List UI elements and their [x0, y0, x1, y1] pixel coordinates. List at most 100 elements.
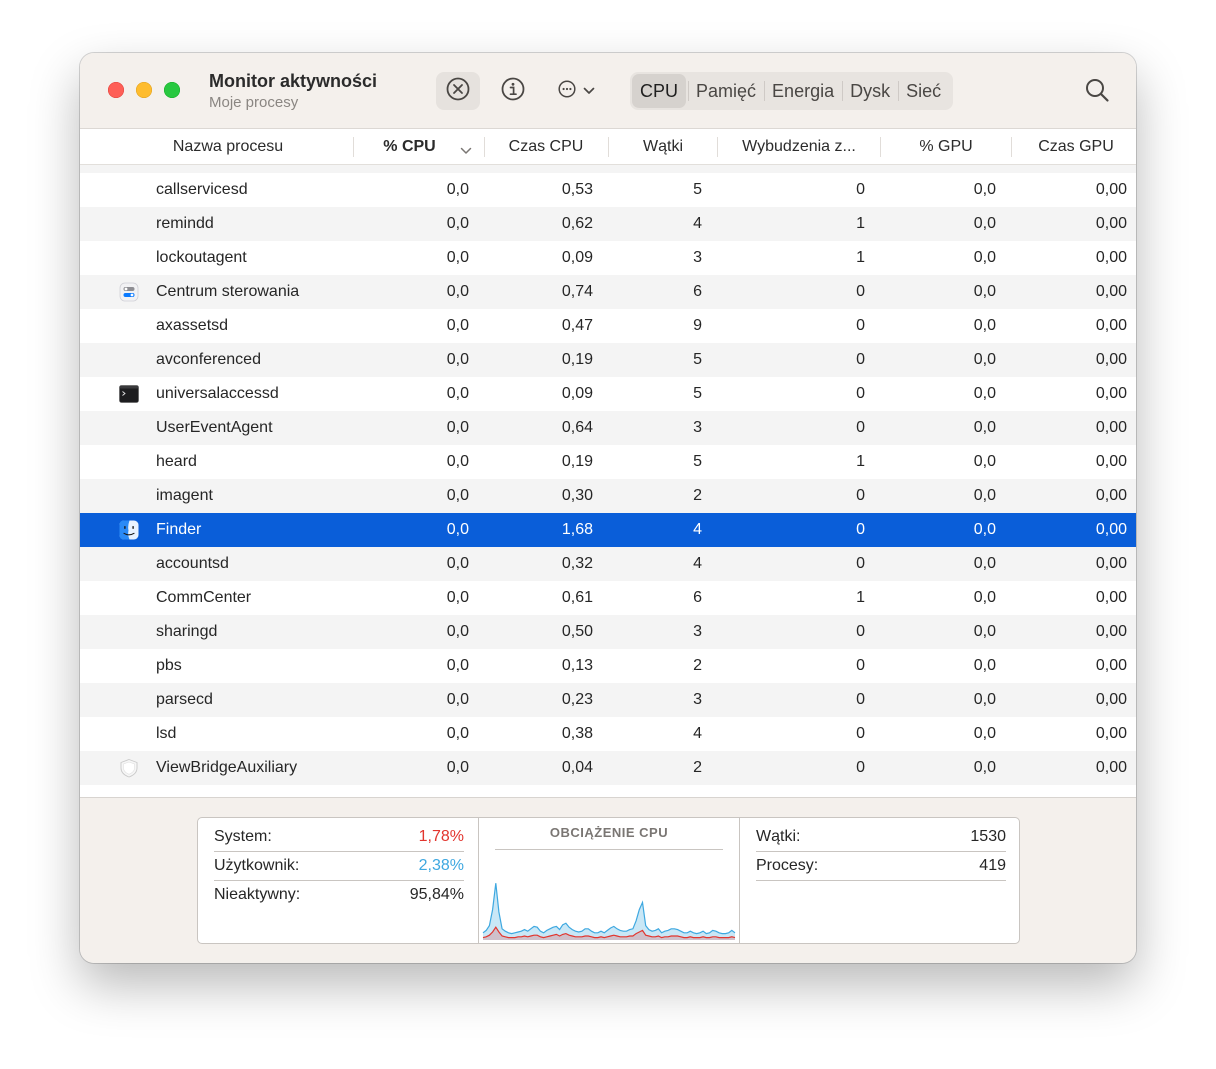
cpu-summary-box: System: 1,78% Użytkownik: 2,38% Nieaktyw… — [197, 817, 1020, 944]
table-row[interactable]: parsecd 0,0 0,23 3 0 0,0 0,00 — [80, 683, 1136, 717]
table-row-partial — [80, 165, 1136, 173]
table-row[interactable]: callservicesd 0,0 0,53 5 0 0,0 0,00 — [80, 173, 1136, 207]
table-row[interactable]: CommCenter 0,0 0,61 6 1 0,0 0,00 — [80, 581, 1136, 615]
gpu-percent-cell: 0,0 — [973, 487, 996, 504]
cpu-percent-cell: 0,0 — [446, 215, 469, 232]
cpu-time-cell: 0,04 — [561, 759, 593, 776]
idle-value: 95,84% — [409, 886, 464, 903]
tab-memory[interactable]: Pamięć — [688, 72, 764, 110]
chevron-down-icon — [583, 82, 595, 100]
processes-value: 419 — [979, 857, 1006, 874]
table-row[interactable]: lsd 0,0 0,38 4 0 0,0 0,00 — [80, 717, 1136, 751]
threads-cell: 6 — [693, 589, 702, 606]
window-title: Monitor aktywności — [209, 71, 378, 91]
gpu-time-cell: 0,00 — [1095, 283, 1127, 300]
table-row[interactable]: imagent 0,0 0,30 2 0 0,0 0,00 — [80, 479, 1136, 513]
ellipsis-circle-icon — [557, 79, 577, 104]
cpu-percent-cell: 0,0 — [446, 283, 469, 300]
table-row[interactable]: UserEventAgent 0,0 0,64 3 0 0,0 0,00 — [80, 411, 1136, 445]
table-row[interactable]: axassetsd 0,0 0,47 9 0 0,0 0,00 — [80, 309, 1136, 343]
more-actions-button[interactable] — [550, 72, 602, 110]
process-name-cell: callservicesd — [156, 181, 248, 198]
column-separator[interactable] — [353, 137, 354, 157]
tab-disk[interactable]: Dysk — [842, 72, 898, 110]
table-row-selected[interactable]: Finder 0,0 1,68 4 0 0,0 0,00 — [80, 513, 1136, 547]
column-header-gpu-time[interactable]: Czas GPU — [1012, 129, 1136, 165]
threads-cell: 5 — [693, 385, 702, 402]
gpu-percent-cell: 0,0 — [973, 317, 996, 334]
x-circle-icon — [445, 76, 471, 107]
process-counts: Wątki: 1530 Procesy: 419 — [740, 818, 1020, 943]
table-row[interactable]: pbs 0,0 0,13 2 0 0,0 0,00 — [80, 649, 1136, 683]
cpu-percent-cell: 0,0 — [446, 555, 469, 572]
gpu-time-cell: 0,00 — [1095, 453, 1127, 470]
processes-label: Procesy: — [756, 857, 819, 874]
cpu-percent-cell: 0,0 — [446, 317, 469, 334]
gpu-time-cell: 0,00 — [1095, 725, 1127, 742]
tab-network[interactable]: Sieć — [898, 72, 949, 110]
graph-title: OBCIĄŻENIE CPU — [549, 825, 669, 840]
cpu-time-cell: 0,64 — [561, 419, 593, 436]
cpu-time-cell: 0,74 — [561, 283, 593, 300]
wakeups-cell: 0 — [856, 385, 865, 402]
control-center-icon — [119, 282, 139, 302]
minimize-window-button[interactable] — [136, 82, 152, 98]
threads-cell: 5 — [693, 181, 702, 198]
cpu-percent-cell: 0,0 — [446, 623, 469, 640]
process-table[interactable]: callservicesd 0,0 0,53 5 0 0,0 0,00 remindd 0,0 0… — [80, 165, 1136, 797]
cpu-time-cell: 0,32 — [561, 555, 593, 572]
info-icon — [500, 76, 526, 107]
window-subtitle[interactable]: Moje procesy — [209, 94, 298, 111]
cpu-time-cell: 0,19 — [561, 351, 593, 368]
column-header-cpu-time[interactable]: Czas CPU — [485, 129, 607, 165]
cpu-time-cell: 0,13 — [561, 657, 593, 674]
wakeups-cell: 0 — [856, 317, 865, 334]
column-header-threads[interactable]: Wątki — [609, 129, 717, 165]
table-row[interactable]: sharingd 0,0 0,50 3 0 0,0 0,00 — [80, 615, 1136, 649]
wakeups-cell: 0 — [856, 725, 865, 742]
cpu-load-graph — [482, 883, 736, 940]
table-row[interactable]: heard 0,0 0,19 5 1 0,0 0,00 — [80, 445, 1136, 479]
gpu-percent-cell: 0,0 — [973, 351, 996, 368]
user-stat: Użytkownik: 2,38% — [214, 852, 464, 881]
table-row[interactable]: remindd 0,0 0,62 4 1 0,0 0,00 — [80, 207, 1136, 241]
info-button[interactable] — [494, 72, 532, 110]
table-row[interactable]: avconferenced 0,0 0,19 5 0 0,0 0,00 — [80, 343, 1136, 377]
cpu-time-cell: 0,53 — [561, 181, 593, 198]
column-header-cpu-percent[interactable]: % CPU — [376, 129, 443, 165]
table-row[interactable]: universalaccessd 0,0 0,09 5 0 0,0 0,00 — [80, 377, 1136, 411]
column-header-wakeups[interactable]: Wybudzenia z... — [718, 129, 880, 165]
table-row[interactable]: lockoutagent 0,0 0,09 3 1 0,0 0,00 — [80, 241, 1136, 275]
tab-cpu[interactable]: CPU — [632, 74, 687, 108]
column-header-process-name[interactable]: Nazwa procesu — [80, 129, 376, 165]
table-row[interactable]: ViewBridgeAuxiliary 0,0 0,04 2 0 0,0 0,00 — [80, 751, 1136, 785]
threads-cell: 3 — [693, 249, 702, 266]
finder-icon — [119, 520, 139, 540]
process-name-cell: universalaccessd — [156, 385, 279, 402]
threads-stat: Wątki: 1530 — [756, 823, 1006, 852]
threads-cell: 5 — [693, 453, 702, 470]
stop-process-button[interactable] — [436, 72, 480, 110]
column-header-gpu-percent[interactable]: % GPU — [881, 129, 1011, 165]
sort-chevron-down-icon[interactable] — [460, 142, 472, 160]
table-row[interactable]: Centrum sterowania 0,0 0,74 6 0 0,0 0,00 — [80, 275, 1136, 309]
system-stat: System: 1,78% — [214, 823, 464, 852]
cpu-time-cell: 0,62 — [561, 215, 593, 232]
search-button[interactable] — [1080, 75, 1114, 109]
wakeups-cell: 1 — [856, 215, 865, 232]
table-row[interactable]: accountsd 0,0 0,32 4 0 0,0 0,00 — [80, 547, 1136, 581]
threads-cell: 3 — [693, 623, 702, 640]
threads-cell: 4 — [693, 555, 702, 572]
processes-stat: Procesy: 419 — [756, 852, 1006, 881]
close-window-button[interactable] — [108, 82, 124, 98]
gpu-time-cell: 0,00 — [1095, 691, 1127, 708]
cpu-time-cell: 0,38 — [561, 725, 593, 742]
gpu-percent-cell: 0,0 — [973, 385, 996, 402]
cpu-percent-cell: 0,0 — [446, 351, 469, 368]
zoom-window-button[interactable] — [164, 82, 180, 98]
gpu-time-cell: 0,00 — [1095, 555, 1127, 572]
gpu-percent-cell: 0,0 — [973, 691, 996, 708]
tab-energy[interactable]: Energia — [764, 72, 842, 110]
gpu-percent-cell: 0,0 — [973, 181, 996, 198]
cpu-time-cell: 0,47 — [561, 317, 593, 334]
